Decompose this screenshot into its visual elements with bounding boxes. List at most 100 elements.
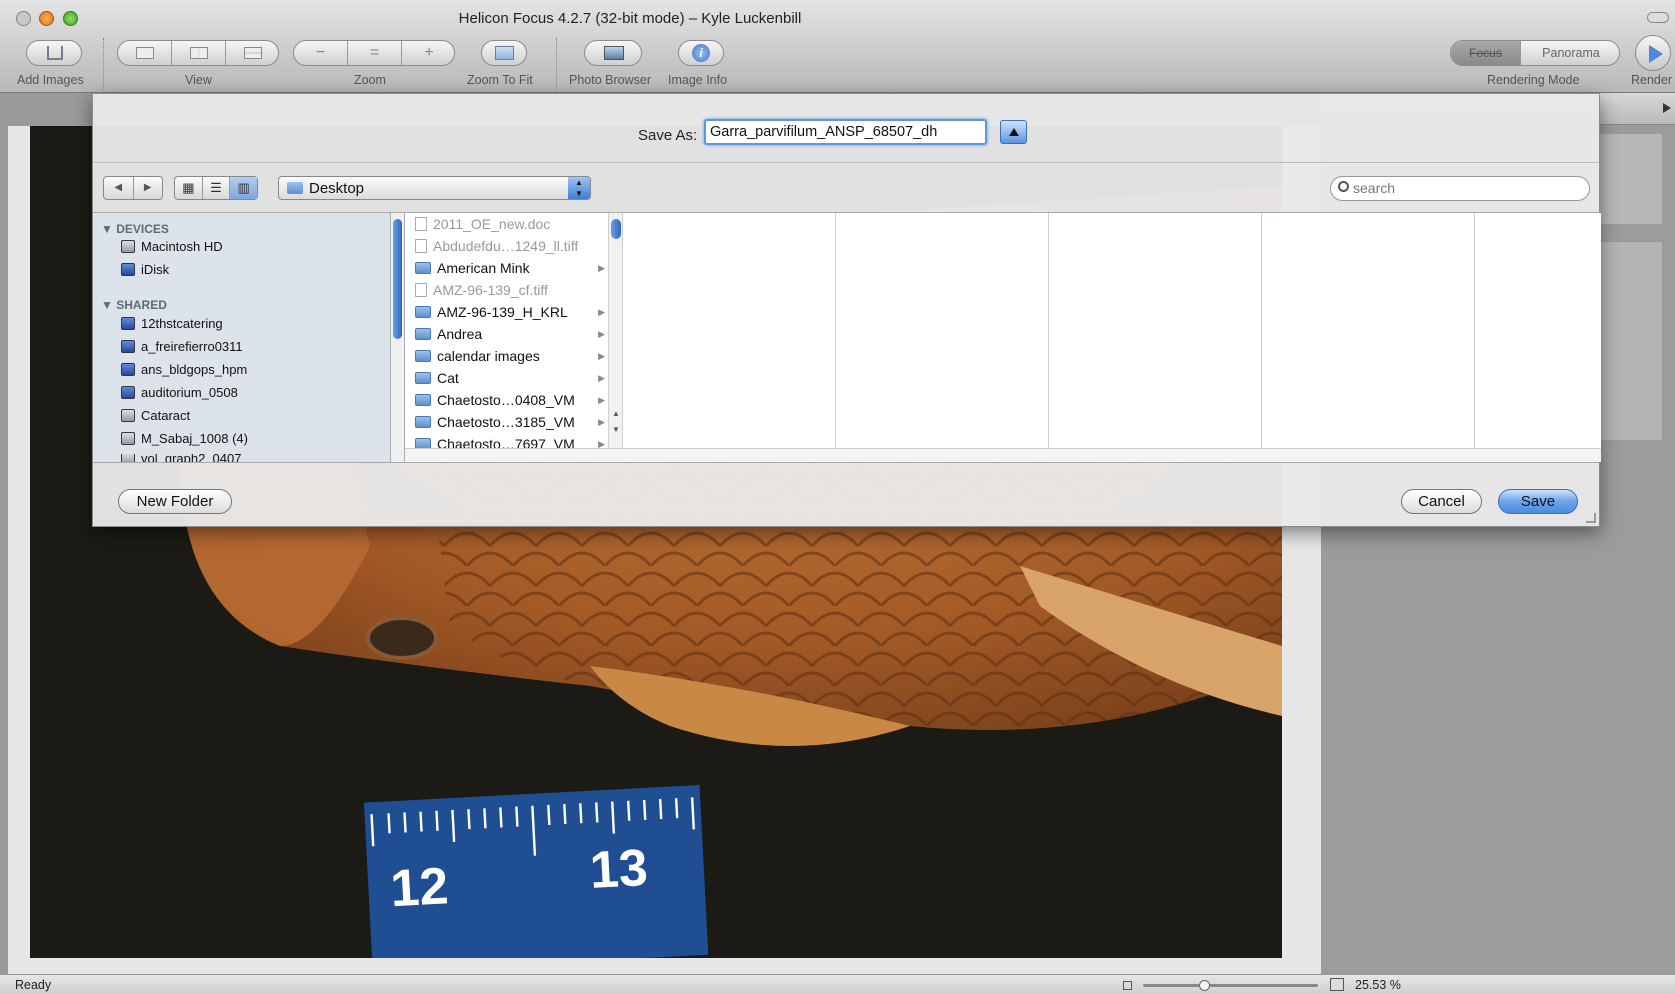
file-item-label: AMZ-96-139_cf.tiff	[433, 282, 548, 298]
search-placeholder: search	[1353, 180, 1396, 196]
scroll-up-icon[interactable]: ▲	[612, 409, 620, 418]
network-computer-icon	[121, 340, 135, 353]
zoom-value: 25.53 %	[1355, 978, 1401, 992]
file-column: 2011_OE_new.doc Abdudefdu…1249_ll.tiff A…	[405, 213, 609, 460]
mode-panorama-button[interactable]: Panorama	[1521, 41, 1619, 65]
folder-item[interactable]: calendar images ▶	[415, 345, 605, 367]
view-stack-button[interactable]	[226, 41, 278, 65]
list-view-button[interactable]: ☰	[203, 177, 231, 199]
sidebar-item-label: ans_bldgops_hpm	[141, 362, 248, 377]
folder-item[interactable]: Cat ▶	[415, 367, 605, 389]
back-button[interactable]: ◀	[104, 177, 134, 199]
save-as-label: Save As:	[638, 127, 698, 144]
zoom-to-fit-label: Zoom To Fit	[467, 73, 533, 87]
file-item-label: Abdudefdu…1249_ll.tiff	[433, 238, 579, 254]
folder-icon	[415, 328, 431, 340]
scroll-thumb[interactable]	[611, 219, 621, 239]
horizontal-scrollbar[interactable]	[405, 448, 1601, 462]
folder-item[interactable]: Andrea ▶	[415, 323, 605, 345]
network-computer-icon	[121, 317, 135, 330]
rendering-mode-control: Focus Panorama	[1450, 40, 1620, 66]
disclosure-arrow-icon: ▶	[598, 350, 605, 361]
sidebar-scrollbar[interactable]	[391, 213, 405, 462]
toolbar-toggle-button[interactable]	[1647, 12, 1669, 23]
network-computer-icon	[121, 363, 135, 376]
scroll-thumb[interactable]	[393, 219, 402, 339]
filename-field[interactable]	[704, 119, 987, 145]
sidebar-item-shared[interactable]: vol_graph2_0407	[121, 454, 241, 462]
folder-icon	[415, 262, 431, 274]
folder-icon	[287, 182, 303, 194]
column-scrollbar[interactable]: ▲ ▼	[609, 213, 623, 462]
file-item[interactable]: 2011_OE_new.doc	[415, 213, 605, 235]
folder-item[interactable]: American Mink ▶	[415, 257, 605, 279]
collapse-dialog-button[interactable]	[1000, 120, 1027, 144]
view-split-button[interactable]	[172, 41, 226, 65]
sidebar-item-shared[interactable]: auditorium_0508	[121, 385, 238, 400]
split-view-icon	[189, 47, 208, 59]
plus-icon: +	[424, 44, 434, 61]
search-field[interactable]: search	[1330, 176, 1590, 201]
sidebar-item-shared[interactable]: ans_bldgops_hpm	[121, 362, 247, 377]
sidebar-item-shared[interactable]: Cataract	[121, 408, 190, 423]
folder-item-label: Chaetosto…3185_VM	[437, 414, 575, 430]
network-computer-icon	[121, 454, 135, 462]
separator	[103, 38, 104, 90]
zoom-to-fit-button[interactable]	[481, 40, 527, 66]
zoom-control: − = +	[293, 40, 455, 66]
folder-item[interactable]: Chaetosto…3185_VM ▶	[415, 411, 605, 433]
sidebar-item-label: a_freirefierro0311	[141, 339, 243, 354]
search-icon	[1338, 181, 1349, 192]
photo-browser-button[interactable]	[584, 40, 642, 66]
sidebar-item-macintosh-hd[interactable]: Macintosh HD	[121, 239, 223, 254]
folder-item[interactable]: Chaetosto…0408_VM ▶	[415, 389, 605, 411]
icon-view-button[interactable]: ▦	[175, 177, 203, 199]
sidebar-item-label: M_Sabaj_1008 (4)	[141, 431, 248, 446]
zoom-large-icon	[1330, 978, 1344, 991]
expand-pane-icon[interactable]	[1663, 103, 1671, 113]
folder-item[interactable]: AMZ-96-139_H_KRL ▶	[415, 301, 605, 323]
render-button[interactable]	[1635, 35, 1671, 71]
file-item[interactable]: AMZ-96-139_cf.tiff	[415, 279, 605, 301]
rendering-mode-label: Rendering Mode	[1487, 73, 1580, 87]
forward-button[interactable]: ▶	[134, 177, 163, 199]
sidebar-item-shared[interactable]: a_freirefierro0311	[121, 339, 243, 354]
play-icon	[1649, 45, 1663, 63]
folder-item-label: AMZ-96-139_H_KRL	[437, 304, 568, 320]
ruler-label-13: 13	[588, 839, 649, 900]
back-forward-control: ◀ ▶	[103, 176, 163, 200]
location-popup[interactable]: Desktop ▲ ▼	[278, 176, 591, 200]
zoom-out-button[interactable]: −	[294, 41, 348, 65]
cancel-button[interactable]: Cancel	[1401, 489, 1482, 514]
image-info-button[interactable]: i	[678, 40, 724, 66]
scroll-down-icon[interactable]: ▼	[612, 425, 620, 434]
view-single-button[interactable]	[118, 41, 172, 65]
folder-item-label: calendar images	[437, 348, 540, 364]
empty-column	[1475, 213, 1601, 460]
new-folder-button[interactable]: New Folder	[118, 489, 232, 514]
folder-item-label: Cat	[437, 370, 459, 386]
fit-icon	[495, 46, 514, 60]
empty-column	[1049, 213, 1262, 460]
resize-grip-icon[interactable]	[1586, 513, 1596, 523]
sidebar-item-idisk[interactable]: iDisk	[121, 262, 169, 277]
zoom-in-button[interactable]: +	[402, 41, 454, 65]
zoom-actual-button[interactable]: =	[348, 41, 402, 65]
divider	[93, 462, 1599, 463]
add-images-button[interactable]	[26, 40, 82, 66]
column-view-button[interactable]: ▥	[230, 177, 258, 199]
save-button[interactable]: Save	[1498, 489, 1578, 514]
photo-browser-label: Photo Browser	[569, 73, 651, 87]
sidebar-item-label: vol_graph2_0407	[141, 454, 242, 462]
zoom-slider[interactable]	[1143, 980, 1318, 991]
disclosure-arrow-icon: ▶	[598, 394, 605, 405]
sidebar-item-shared[interactable]: M_Sabaj_1008 (4)	[121, 431, 248, 446]
zoom-slider-thumb[interactable]	[1199, 980, 1210, 991]
save-dialog: Save As: ◀ ▶ ▦ ☰ ▥ Desktop ▲▼ search ▼ D…	[92, 93, 1601, 527]
mode-focus-button[interactable]: Focus	[1451, 41, 1521, 65]
column-browser: 2011_OE_new.doc Abdudefdu…1249_ll.tiff A…	[405, 213, 1601, 462]
view-label: View	[185, 73, 212, 87]
file-item[interactable]: Abdudefdu…1249_ll.tiff	[415, 235, 605, 257]
sidebar-item-shared[interactable]: 12thstcatering	[121, 316, 223, 331]
zoom-label: Zoom	[354, 73, 386, 87]
